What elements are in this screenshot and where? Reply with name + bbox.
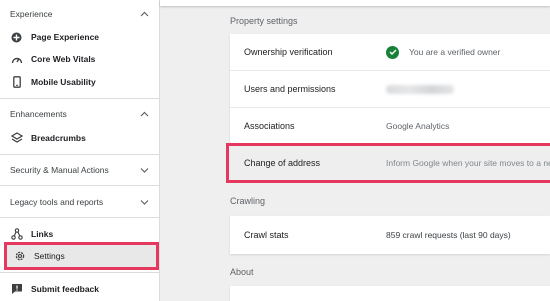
chevron-down-icon[interactable] [137,195,151,209]
page-experience-icon [10,31,23,44]
settings-row-crawl-stats[interactable]: Crawl stats 859 crawl requests (last 90 … [230,216,550,253]
about-card [230,286,550,301]
chevron-up-icon[interactable] [137,107,151,121]
sidebar-item-links[interactable]: Links [10,225,156,243]
sidebar-section-enhancements[interactable]: Enhancements [10,106,153,122]
section-title-experience: Experience [10,9,53,19]
settings-row-associations[interactable]: Associations Google Analytics [230,108,550,145]
crawling-card: Crawl stats 859 crawl requests (last 90 … [230,216,550,254]
sidebar-item-core-web-vitals[interactable]: Core Web Vitals [10,50,156,68]
row-value: Inform Google when your site moves to a … [386,158,550,168]
row-value: 859 crawl requests (last 90 days) [386,229,511,240]
top-app-bar [160,0,550,6]
sidebar-item-breadcrumbs[interactable]: Breadcrumbs [10,129,156,147]
row-value: You are a verified owner [386,45,501,59]
layers-icon [10,132,23,145]
row-value [386,84,454,94]
divider [0,185,159,186]
sidebar-item-mobile-usability[interactable]: Mobile Usability [10,73,156,91]
verified-owner-text: You are a verified owner [409,47,501,57]
sidebar-item-label: Page Experience [31,32,100,42]
section-title-crawling: Crawling [230,196,266,206]
settings-row-change-of-address[interactable]: Change of address Inform Google when you… [226,143,550,183]
sidebar-item-label: Breadcrumbs [31,133,86,143]
section-title-legacy: Legacy tools and reports [10,197,104,207]
sidebar-section-experience[interactable]: Experience [10,6,153,22]
sidebar-item-settings[interactable]: Settings [4,242,159,270]
section-title-about: About [230,267,254,277]
section-title-enhancements: Enhancements [10,109,67,119]
row-label: Associations [244,121,295,131]
row-value: Google Analytics [386,121,450,131]
row-label: Users and permissions [244,84,336,94]
sidebar-item-label: Links [31,229,54,239]
chevron-up-icon[interactable] [137,7,151,21]
gear-icon [13,250,26,263]
row-label: Ownership verification [244,47,333,57]
section-title-security: Security & Manual Actions [10,165,109,175]
sidebar-section-security[interactable]: Security & Manual Actions [10,162,153,178]
divider [0,98,159,99]
row-label: Change of address [244,158,321,168]
links-icon [10,228,23,241]
feedback-icon [10,283,23,296]
sidebar-section-legacy[interactable]: Legacy tools and reports [10,194,153,210]
check-circle-icon [386,45,399,59]
sidebar-item-submit-feedback[interactable]: Submit feedback [10,280,156,298]
divider [0,217,159,218]
sidebar-item-label: Submit feedback [31,284,100,294]
divider [0,154,159,155]
mobile-icon [10,76,23,89]
redacted-owner-name [386,84,454,94]
sidebar-item-label: Core Web Vitals [31,54,96,64]
speedometer-icon [10,53,23,66]
section-title-property-settings: Property settings [230,16,298,26]
sidebar-item-label: Settings [34,251,65,261]
settings-row-ownership-verification[interactable]: Ownership verification You are a verifie… [230,34,550,71]
sidebar-item-label: Mobile Usability [31,77,96,87]
divider [0,272,159,273]
settings-row-users-and-permissions[interactable]: Users and permissions [230,71,550,108]
row-label: Crawl stats [244,229,289,240]
chevron-down-icon[interactable] [137,163,151,177]
sidebar-item-page-experience[interactable]: Page Experience [10,28,156,46]
